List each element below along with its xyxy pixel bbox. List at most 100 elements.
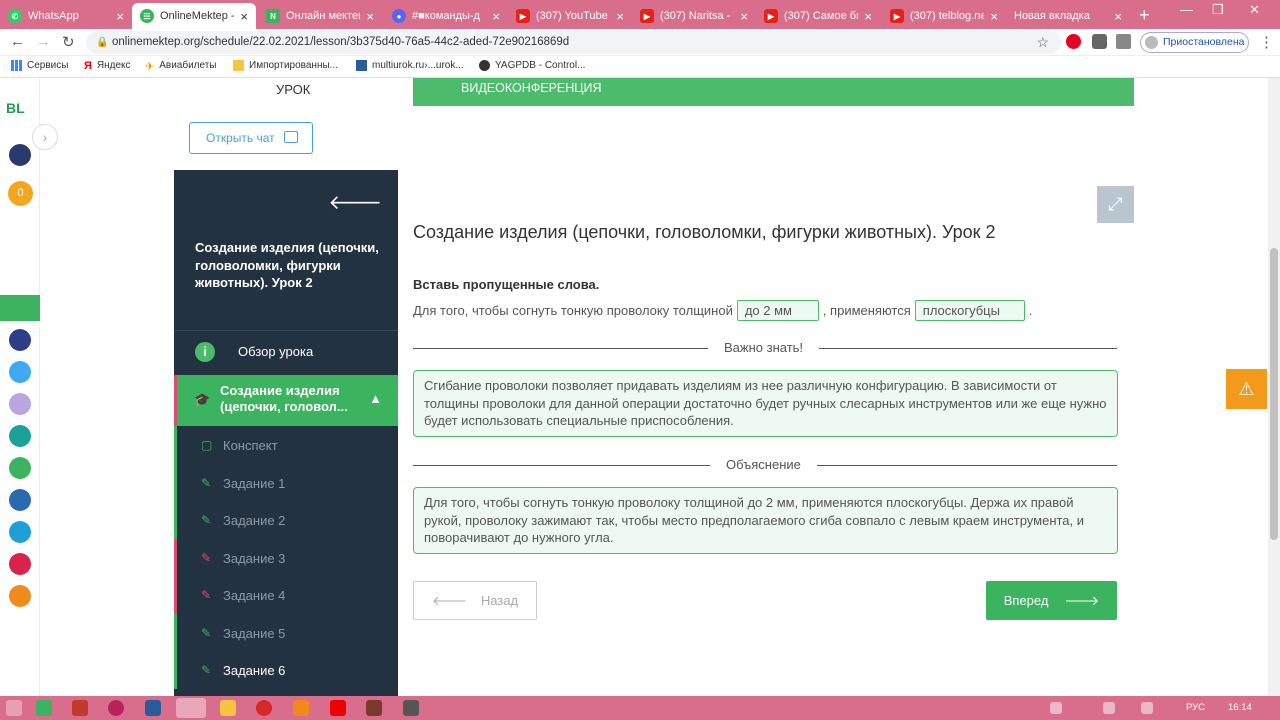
answer-blank-1[interactable]: до 2 мм: [736, 300, 819, 321]
chrome-icon[interactable]: [176, 698, 206, 718]
close-icon[interactable]: ×: [740, 9, 748, 24]
tab-onlinemektep[interactable]: ☰ OnlineMektep - E ×: [132, 3, 256, 29]
bilim-land-icon[interactable]: [9, 457, 31, 479]
close-icon[interactable]: ×: [864, 9, 872, 24]
app-icon[interactable]: [403, 700, 419, 716]
close-icon[interactable]: ×: [366, 9, 374, 24]
sidebar-item-task-1[interactable]: ✎ Задание 1: [174, 463, 398, 501]
edit-icon: ✎: [201, 513, 212, 527]
profile-button[interactable]: Приостановлена: [1140, 32, 1249, 53]
explanation-label: Объяснение: [710, 457, 817, 472]
sidebar-item-task-2[interactable]: ✎ Задание 2: [174, 501, 398, 539]
bookmark-aviabilety[interactable]: ✈ Авиабилеты: [145, 60, 217, 73]
tab-discord[interactable]: ● #■команды-д ×: [384, 3, 508, 29]
sidebar-item-overview[interactable]: i Обзор урока: [174, 332, 398, 372]
warning-icon[interactable]: ⚠: [1226, 369, 1267, 409]
close-icon[interactable]: ×: [990, 9, 998, 24]
url-input[interactable]: 🔒 onlinemektep.org/schedule/22.02.2021/l…: [86, 31, 1061, 54]
bilimland-app-icon[interactable]: [0, 295, 40, 321]
next-button[interactable]: Вперед 🡒: [986, 581, 1117, 620]
avatar[interactable]: [9, 144, 31, 166]
tab-youtube[interactable]: ▶ (307) YouTube ×: [508, 3, 632, 29]
sidebar-item-task-5[interactable]: ✎ Задание 5: [174, 613, 398, 651]
orange-app-icon[interactable]: [9, 585, 31, 607]
folder-icon[interactable]: [220, 700, 236, 716]
app-icon[interactable]: [108, 700, 124, 716]
lesson-tab-label[interactable]: УРОК: [276, 82, 310, 97]
network-icon[interactable]: [1103, 702, 1115, 714]
app-icon[interactable]: [72, 700, 88, 716]
address-bar-row: ← → ↻ 🔒 onlinemektep.org/schedule/22.02.…: [0, 29, 1280, 56]
scrollbar-thumb[interactable]: [1270, 248, 1278, 540]
reading-list-icon[interactable]: [1116, 34, 1131, 49]
bookmark-star-icon[interactable]: ☆: [1036, 31, 1049, 54]
page-scrollbar[interactable]: [1268, 78, 1280, 696]
forward-arrow-icon[interactable]: →: [36, 33, 51, 50]
volume-icon[interactable]: [1141, 702, 1153, 714]
window-close-icon[interactable]: ✕: [1249, 2, 1260, 18]
page-title: Создание изделия (цепочки, головоломки, …: [413, 222, 996, 242]
reload-icon[interactable]: ↻: [62, 33, 75, 51]
app-icon[interactable]: [36, 700, 52, 716]
sidebar-item-task-3[interactable]: ✎ Задание 3: [174, 538, 398, 576]
important-label: Важно знать!: [708, 340, 820, 355]
tab-new[interactable]: Новая вкладка ×: [1006, 3, 1130, 29]
bookmark-multiurok[interactable]: multiurok.ru›...urok...: [356, 60, 464, 71]
restore-icon[interactable]: ❐: [1212, 2, 1224, 18]
bookmark-yandex[interactable]: Я Яндекс: [84, 60, 131, 72]
help-icon[interactable]: [9, 361, 31, 383]
open-chat-button[interactable]: Открыть чат: [189, 122, 313, 154]
arrow-left-icon[interactable]: 🡐: [328, 190, 382, 215]
language-indicator[interactable]: РУС: [1186, 702, 1205, 713]
start-icon[interactable]: [6, 700, 22, 716]
minimize-icon[interactable]: —: [1180, 2, 1193, 17]
tab-naritsa[interactable]: ▶ (307) Naritsa - Yo ×: [632, 3, 756, 29]
back-arrow-icon[interactable]: ←: [10, 33, 25, 50]
chevron-up-icon[interactable]: ▲: [369, 391, 382, 406]
videoconference-tab[interactable]: ВИДЕОКОНФЕРЕНЦИЯ: [413, 78, 1134, 106]
yandex-icon[interactable]: [330, 700, 346, 716]
coin-counter: 0: [8, 181, 33, 206]
app-icon[interactable]: [366, 700, 382, 716]
apps-grid-icon: [11, 60, 22, 71]
bilim-book-icon[interactable]: [9, 489, 31, 511]
tab-whatsapp[interactable]: ✆ WhatsApp ×: [0, 3, 132, 29]
bilim-app-icon[interactable]: [9, 425, 31, 447]
new-tab-button[interactable]: +: [1139, 5, 1150, 26]
close-icon[interactable]: ×: [1114, 9, 1122, 24]
task-heading: Вставь пропущенные слова.: [413, 277, 600, 292]
twig-icon[interactable]: [9, 553, 31, 575]
answer-blank-2[interactable]: плоскогубцы: [914, 300, 1025, 321]
sidebar-section-active[interactable]: 🎓 Создание изделия (цепочки, головол... …: [174, 375, 398, 426]
test-app-icon[interactable]: [9, 521, 31, 543]
tab-telblog[interactable]: ▶ (307) telblog.net ×: [882, 3, 1006, 29]
clock[interactable]: 16:14: [1228, 702, 1252, 713]
tray-icon[interactable]: [1050, 702, 1062, 714]
menu-dots-icon[interactable]: ⋮: [1259, 33, 1274, 51]
close-icon[interactable]: ×: [492, 9, 500, 24]
extensions-puzzle-icon[interactable]: [1092, 34, 1107, 49]
vlc-icon[interactable]: [293, 700, 309, 716]
fullscreen-expand-icon[interactable]: ⤢: [1097, 186, 1134, 223]
tab-samoe[interactable]: ▶ (307) Самое быс ×: [756, 3, 880, 29]
sidebar-item-task-4[interactable]: ✎ Задание 4: [174, 576, 398, 614]
bookmark-yagpdb[interactable]: YAGPDB - Control...: [479, 60, 585, 71]
pinterest-icon[interactable]: [1066, 34, 1081, 49]
tab-onlain-mektep[interactable]: N Онлайн мектеп с ×: [258, 3, 382, 29]
close-icon[interactable]: ×: [116, 9, 124, 24]
back-button[interactable]: 🡐 Назад: [413, 581, 537, 620]
opera-icon[interactable]: [256, 700, 272, 716]
app-icon[interactable]: [145, 700, 161, 716]
calculator-icon[interactable]: [9, 393, 31, 415]
close-icon[interactable]: ×: [240, 9, 248, 24]
url-text: onlinemektep.org/schedule/22.02.2021/les…: [112, 36, 570, 48]
sidebar-item-konspekt[interactable]: ▢ Конспект: [174, 426, 398, 464]
bookmark-imported[interactable]: Импортированны...: [233, 60, 338, 71]
smart-app-icon[interactable]: [9, 329, 31, 351]
bookmark-services[interactable]: Сервисы: [11, 60, 68, 71]
windows-taskbar: РУС 16:14: [0, 696, 1280, 720]
left-app-strip: BL 0: [0, 78, 40, 696]
close-icon[interactable]: ×: [616, 9, 624, 24]
sidebar-item-task-6[interactable]: ✎ Задание 6: [174, 651, 398, 689]
chevron-right-icon[interactable]: ›: [32, 124, 58, 150]
